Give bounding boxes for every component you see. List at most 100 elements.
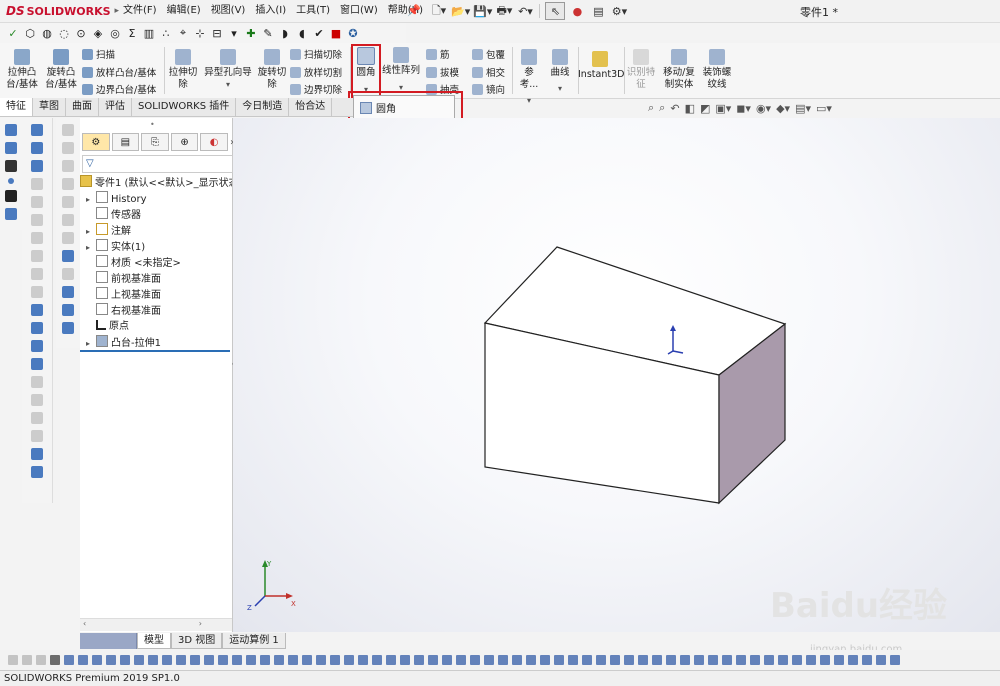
toolbar-icon[interactable] <box>92 655 102 665</box>
sketch-tool-icon[interactable]: ⬡ <box>23 26 37 40</box>
toolbar-icon[interactable] <box>554 655 564 665</box>
feature-icon[interactable] <box>31 142 43 154</box>
weld-icon[interactable] <box>31 466 43 478</box>
toolbar-icon[interactable] <box>442 655 452 665</box>
toolbar-icon[interactable] <box>778 655 788 665</box>
tab-sketch[interactable]: 草图 <box>33 98 66 116</box>
tree-root[interactable]: 零件1 (默认<<默认>_显示状态 <box>80 175 232 192</box>
toolbar-icon[interactable] <box>666 655 676 665</box>
intersect-curve-icon[interactable]: ◗ <box>278 26 292 40</box>
disabled-tool-icon[interactable] <box>31 268 43 280</box>
toolbar-icon[interactable] <box>288 655 298 665</box>
toolbar-icon[interactable] <box>456 655 466 665</box>
curvature-icon[interactable]: ∴ <box>159 26 173 40</box>
tree-item-solid-bodies[interactable]: ▸ 实体(1) <box>80 239 238 256</box>
view-icon[interactable] <box>5 124 17 136</box>
coordinate-icon[interactable] <box>5 190 17 202</box>
mirror-button[interactable]: 镜向 <box>472 82 505 96</box>
toolbar-icon[interactable] <box>120 655 130 665</box>
toolbar-icon[interactable] <box>400 655 410 665</box>
toolbar-icon[interactable] <box>848 655 858 665</box>
thickness-icon[interactable]: ▾ <box>227 26 241 40</box>
toolbar-icon[interactable] <box>876 655 886 665</box>
tree-item-top-plane[interactable]: 上视基准面 <box>80 287 238 304</box>
checkmark-icon[interactable]: ✔ <box>312 26 326 40</box>
umbrella-icon[interactable] <box>31 304 43 316</box>
box-icon[interactable] <box>31 358 43 370</box>
toolbar-icon[interactable] <box>820 655 830 665</box>
boundary-cut-button[interactable]: 边界切除 <box>290 82 342 96</box>
tree-horizontal-scrollbar[interactable]: ‹ › <box>80 618 232 631</box>
toolbar-icon[interactable] <box>568 655 578 665</box>
dynamic-annotation-icon[interactable]: ◩ <box>700 102 710 115</box>
menu-tools[interactable]: 工具(T) <box>291 0 335 22</box>
point-icon[interactable] <box>8 178 14 184</box>
filter-icon[interactable] <box>36 655 46 665</box>
toolbar-icon[interactable] <box>722 655 732 665</box>
rollback-bar[interactable] <box>80 350 230 352</box>
sweep-cut-button[interactable]: 扫描切除 <box>290 47 342 61</box>
part-icon[interactable] <box>62 304 74 316</box>
disabled-tool-icon[interactable] <box>62 142 74 154</box>
disabled-tool-icon[interactable] <box>62 268 74 280</box>
disabled-tool-icon[interactable] <box>31 412 43 424</box>
toolbar-icon[interactable] <box>246 655 256 665</box>
loft-cut-button[interactable]: 放样切割 <box>290 65 342 79</box>
zoom-to-fit-icon[interactable]: ⌕ <box>648 101 654 115</box>
hide-show-icon[interactable]: ◉▾ <box>756 102 771 115</box>
toolbar-icon[interactable] <box>610 655 620 665</box>
tree-item-history[interactable]: ▸ History <box>80 191 238 208</box>
stop-icon[interactable]: ■ <box>329 26 343 40</box>
tab-nav-arrows[interactable] <box>80 633 137 649</box>
toolbar-icon[interactable] <box>232 655 242 665</box>
curves-dropdown-icon[interactable]: ▾ <box>546 83 574 95</box>
menu-insert[interactable]: 插入(I) <box>250 0 291 22</box>
monitor-icon[interactable] <box>62 286 74 298</box>
menu-window[interactable]: 窗口(W) <box>335 0 383 22</box>
display-settings-icon[interactable]: ▭▾ <box>816 102 832 115</box>
cut-icon[interactable] <box>31 160 43 172</box>
tab-yiheda[interactable]: 怡合达 <box>289 98 333 116</box>
toolbar-icon[interactable] <box>302 655 312 665</box>
disabled-tool-icon[interactable] <box>62 196 74 208</box>
scene-icon[interactable]: ▤▾ <box>795 102 811 115</box>
expand-arrow-icon[interactable]: ▸ <box>86 224 96 240</box>
select-arrow-icon[interactable]: ⇖ <box>545 2 566 20</box>
spell-check-icon[interactable]: ✓ <box>6 26 20 40</box>
configuration-tab-icon[interactable]: ⎘ <box>141 133 169 151</box>
mass-properties-icon[interactable]: ⊙ <box>74 26 88 40</box>
previous-view-icon[interactable]: ↶ <box>670 102 679 115</box>
measure-icon[interactable]: ◌ <box>57 26 71 40</box>
toolbar-icon[interactable] <box>316 655 326 665</box>
disabled-tool-icon[interactable] <box>62 178 74 190</box>
toolbar-icon[interactable] <box>344 655 354 665</box>
toolbar-icon[interactable] <box>540 655 550 665</box>
sketch-line-icon[interactable] <box>5 142 17 154</box>
undo-icon[interactable]: ↶▾ <box>516 3 534 19</box>
panel-grip[interactable]: • <box>150 120 155 129</box>
disabled-tool-icon[interactable] <box>31 250 43 262</box>
mate-icon[interactable] <box>5 208 17 220</box>
expand-arrow-icon[interactable]: ▸ <box>86 192 96 208</box>
tree-item-origin[interactable]: 原点 <box>80 319 238 335</box>
sweep-button[interactable]: 扫描 <box>82 47 115 61</box>
reference-dropdown-icon[interactable]: ▾ <box>515 95 543 107</box>
part-icon[interactable] <box>62 322 74 334</box>
recognize-features-button[interactable]: 识别特 征 <box>625 49 657 91</box>
toolbar-icon[interactable] <box>470 655 480 665</box>
toolbar-icon[interactable] <box>834 655 844 665</box>
menu-item-fillet[interactable]: 圆角 <box>360 100 396 115</box>
draft-analysis-icon[interactable]: ⌖ <box>176 26 190 40</box>
toolbar-icon[interactable] <box>582 655 592 665</box>
filter-icon[interactable] <box>8 655 18 665</box>
appearance-icon[interactable]: ◆▾ <box>776 102 790 115</box>
sum-icon[interactable]: Σ <box>125 26 139 40</box>
disabled-tool-icon[interactable] <box>62 160 74 172</box>
toolbar-icon[interactable] <box>78 655 88 665</box>
disabled-tool-icon[interactable] <box>31 232 43 244</box>
move-copy-body-button[interactable]: 移动/复 制实体 <box>660 49 698 91</box>
select-icon[interactable] <box>50 655 60 665</box>
toolbar-icon[interactable] <box>428 655 438 665</box>
check-icon[interactable]: ◎ <box>108 26 122 40</box>
instant3d-button[interactable]: Instant3D <box>578 51 624 81</box>
